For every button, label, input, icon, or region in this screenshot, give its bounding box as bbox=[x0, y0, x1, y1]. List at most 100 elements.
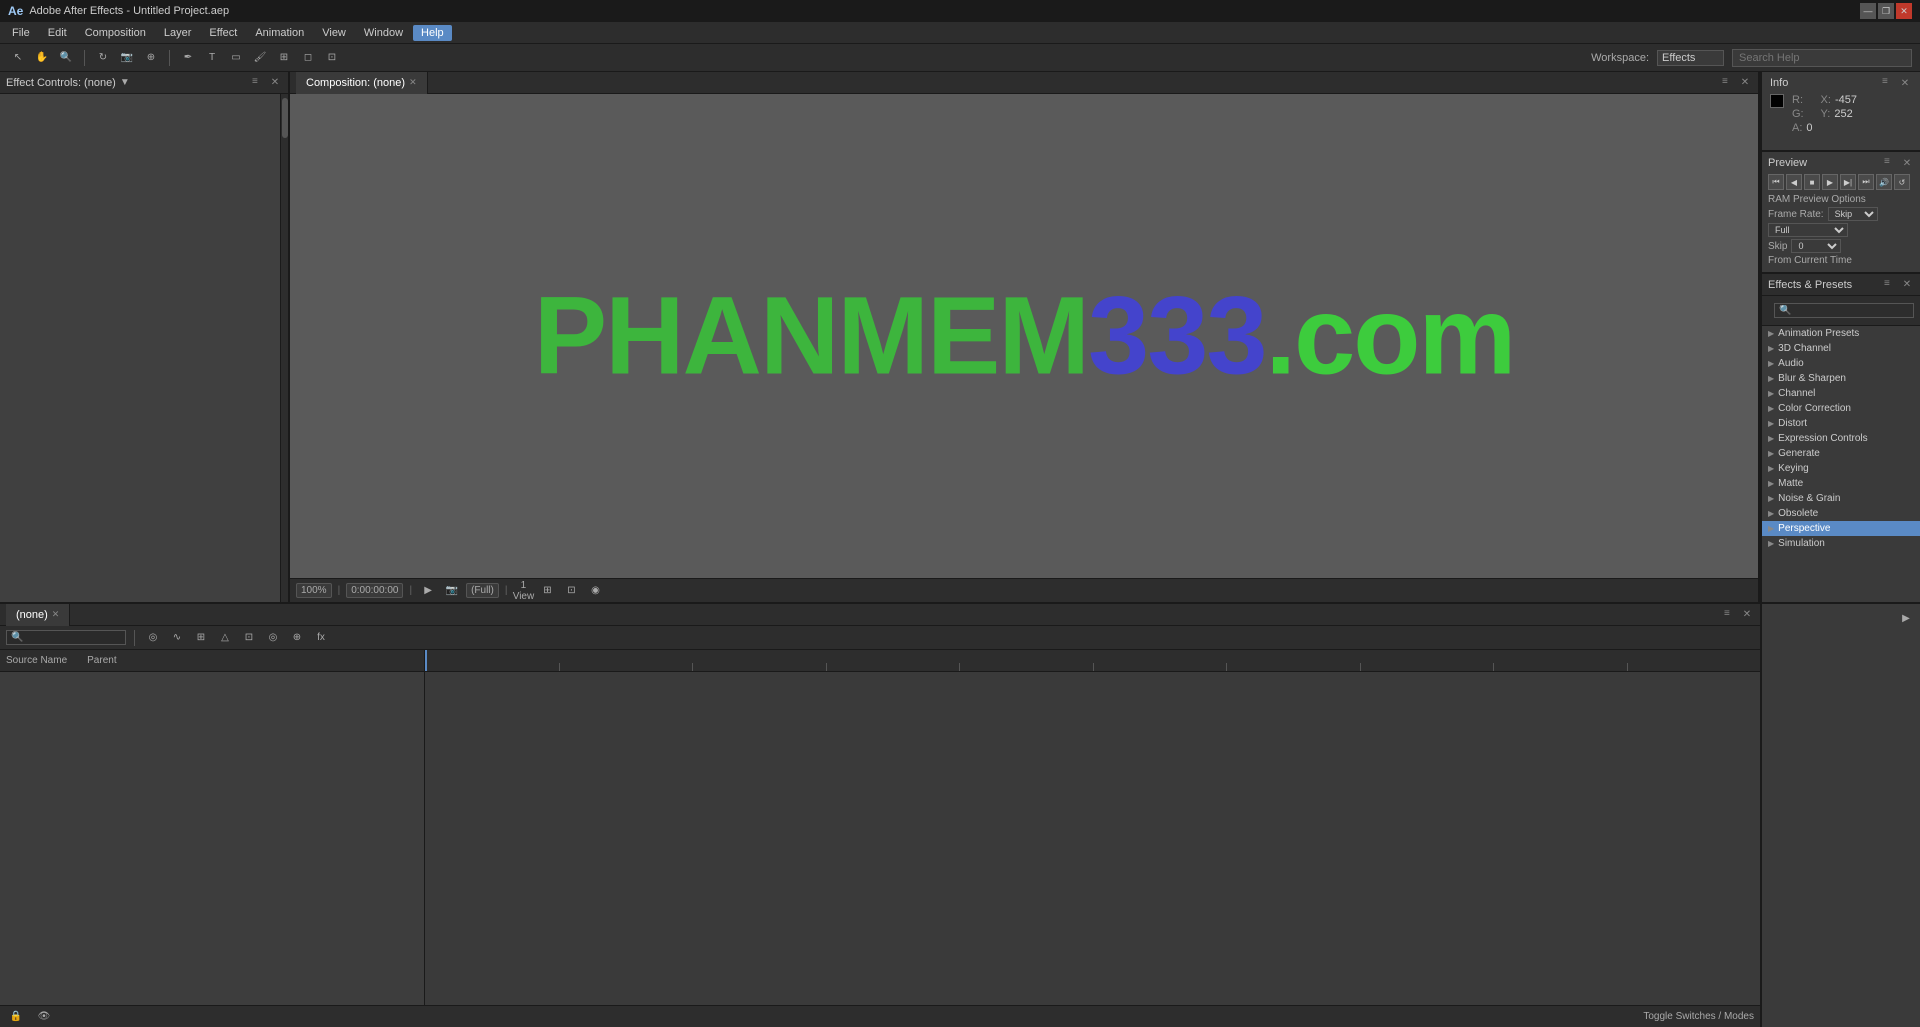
comp-safe-btn[interactable]: ⊡ bbox=[561, 581, 581, 601]
comp-view-btn[interactable]: 1 View bbox=[513, 581, 533, 601]
effects-category-color-correction[interactable]: ▶Color Correction bbox=[1762, 401, 1920, 416]
effect-controls-close-btn[interactable]: ✕ bbox=[268, 76, 282, 90]
preview-prev-frame[interactable]: ◀ bbox=[1786, 174, 1802, 190]
menu-help[interactable]: Help bbox=[413, 25, 452, 41]
preview-menu-btn[interactable]: ≡ bbox=[1884, 156, 1898, 170]
menu-window[interactable]: Window bbox=[356, 25, 411, 41]
timeline-tab[interactable]: (none) ✕ bbox=[6, 604, 70, 626]
comp-camera-btn[interactable]: 📷 bbox=[442, 581, 462, 601]
comp-text-green2: .com bbox=[1266, 275, 1515, 398]
tool-brush[interactable]: 🖌 bbox=[250, 48, 270, 68]
tool-puppet[interactable]: ⊡ bbox=[322, 48, 342, 68]
timeline-search-input[interactable] bbox=[25, 632, 125, 643]
timecode-display[interactable]: 0:00:00:00 bbox=[346, 583, 403, 598]
effects-category-obsolete[interactable]: ▶Obsolete bbox=[1762, 506, 1920, 521]
info-close-btn[interactable]: ✕ bbox=[1898, 76, 1912, 90]
minimize-button[interactable]: — bbox=[1860, 3, 1876, 19]
effects-category-matte[interactable]: ▶Matte bbox=[1762, 476, 1920, 491]
tool-camera[interactable]: 📷 bbox=[117, 48, 137, 68]
timeline-quality-btn[interactable]: △ bbox=[215, 628, 235, 648]
tool-pan[interactable]: ⊕ bbox=[141, 48, 161, 68]
tool-select[interactable]: ↖ bbox=[8, 48, 28, 68]
composition-close-btn[interactable]: ✕ bbox=[1738, 76, 1752, 90]
timeline-bb-btn1[interactable]: 🔒 bbox=[6, 1007, 26, 1027]
effects-category-perspective[interactable]: ▶Perspective bbox=[1762, 521, 1920, 536]
effects-category-3d-channel[interactable]: ▶3D Channel bbox=[1762, 341, 1920, 356]
effect-controls-menu-btn[interactable]: ≡ bbox=[252, 76, 266, 90]
effects-category-distort[interactable]: ▶Distort bbox=[1762, 416, 1920, 431]
preview-play[interactable]: ▶ bbox=[1822, 174, 1838, 190]
timeline-solo-btn[interactable]: ◎ bbox=[143, 628, 163, 648]
composition-tab-close[interactable]: ✕ bbox=[409, 77, 417, 88]
effects-presets-menu-btn[interactable]: ≡ bbox=[1884, 278, 1898, 292]
expand-arrow-channel: ▶ bbox=[1768, 389, 1774, 398]
comp-render-btn[interactable]: ▶ bbox=[418, 581, 438, 601]
menu-layer[interactable]: Layer bbox=[156, 25, 200, 41]
render-quality[interactable]: (Full) bbox=[466, 583, 499, 598]
menu-composition[interactable]: Composition bbox=[77, 25, 154, 41]
menu-file[interactable]: File bbox=[4, 25, 38, 41]
effects-category-generate[interactable]: ▶Generate bbox=[1762, 446, 1920, 461]
comp-mask-btn[interactable]: ◉ bbox=[585, 581, 605, 601]
expand-arrow-noise-grain: ▶ bbox=[1768, 494, 1774, 503]
menu-view[interactable]: View bbox=[314, 25, 354, 41]
effects-category-blur-sharpen[interactable]: ▶Blur & Sharpen bbox=[1762, 371, 1920, 386]
effects-category-expression-controls[interactable]: ▶Expression Controls bbox=[1762, 431, 1920, 446]
effects-category-channel[interactable]: ▶Channel bbox=[1762, 386, 1920, 401]
title-bar-controls[interactable]: — ❐ ✕ bbox=[1860, 3, 1912, 19]
tool-clone[interactable]: ⊞ bbox=[274, 48, 294, 68]
effects-category-keying[interactable]: ▶Keying bbox=[1762, 461, 1920, 476]
timeline-playhead[interactable] bbox=[425, 650, 427, 671]
comp-grid-btn[interactable]: ⊞ bbox=[537, 581, 557, 601]
effects-category-noise-grain[interactable]: ▶Noise & Grain bbox=[1762, 491, 1920, 506]
menu-animation[interactable]: Animation bbox=[247, 25, 312, 41]
tool-shape[interactable]: ▭ bbox=[226, 48, 246, 68]
tool-pen[interactable]: ✒ bbox=[178, 48, 198, 68]
effects-category-simulation[interactable]: ▶Simulation bbox=[1762, 536, 1920, 551]
preview-loop[interactable]: ↺ bbox=[1894, 174, 1910, 190]
effects-category-animation-presets[interactable]: ▶Animation Presets bbox=[1762, 326, 1920, 341]
timeline-blend-btn[interactable]: ⊕ bbox=[287, 628, 307, 648]
timeline-tab-close[interactable]: ✕ bbox=[52, 609, 60, 620]
effects-search-input[interactable] bbox=[1774, 303, 1914, 318]
preview-framerate-select[interactable]: Skip Auto bbox=[1828, 207, 1878, 221]
effects-presets-close-btn[interactable]: ✕ bbox=[1900, 278, 1914, 292]
effects-category-audio[interactable]: ▶Audio bbox=[1762, 356, 1920, 371]
preview-stop[interactable]: ■ bbox=[1804, 174, 1820, 190]
timeline-motion-blur-btn[interactable]: ◎ bbox=[263, 628, 283, 648]
close-button[interactable]: ✕ bbox=[1896, 3, 1912, 19]
timeline-search-icon: 🔍 bbox=[11, 632, 23, 643]
menu-edit[interactable]: Edit bbox=[40, 25, 75, 41]
preview-skip-select[interactable]: 0 1 2 bbox=[1791, 239, 1841, 253]
render-panel-expand-btn[interactable]: ▶ bbox=[1896, 608, 1916, 628]
tool-eraser[interactable]: ◻ bbox=[298, 48, 318, 68]
effect-controls-scrollbar[interactable] bbox=[280, 94, 288, 602]
composition-tab[interactable]: Composition: (none) ✕ bbox=[296, 72, 428, 94]
zoom-select[interactable]: 100% bbox=[296, 583, 332, 598]
tool-hand[interactable]: ✋ bbox=[32, 48, 52, 68]
timeline-collapse-btn[interactable]: ⊞ bbox=[191, 628, 211, 648]
preview-next-frame[interactable]: ▶| bbox=[1840, 174, 1856, 190]
timeline-shy-btn[interactable]: ∿ bbox=[167, 628, 187, 648]
timeline-bb-btn2[interactable]: 👁 bbox=[34, 1007, 54, 1027]
preview-audio[interactable]: 🔊 bbox=[1876, 174, 1892, 190]
timeline-effects-btn[interactable]: fx bbox=[311, 628, 331, 648]
preview-last-frame[interactable]: ⏭ bbox=[1858, 174, 1874, 190]
tool-zoom[interactable]: 🔍 bbox=[56, 48, 76, 68]
preview-close-btn[interactable]: ✕ bbox=[1900, 156, 1914, 170]
timeline-3d-btn[interactable]: ⊡ bbox=[239, 628, 259, 648]
workspace-dropdown[interactable]: Effects Standard Minimal bbox=[1657, 50, 1724, 66]
info-menu-btn[interactable]: ≡ bbox=[1882, 76, 1896, 90]
search-help-input[interactable] bbox=[1732, 49, 1912, 67]
tool-rotate[interactable]: ↻ bbox=[93, 48, 113, 68]
menu-effect[interactable]: Effect bbox=[201, 25, 245, 41]
preview-resolution-select[interactable]: Full Half Quarter bbox=[1768, 223, 1848, 237]
effect-controls-dropdown[interactable]: ▼ bbox=[120, 77, 130, 88]
tool-text[interactable]: T bbox=[202, 48, 222, 68]
timeline-close-btn[interactable]: ✕ bbox=[1740, 608, 1754, 622]
maximize-button[interactable]: ❐ bbox=[1878, 3, 1894, 19]
preview-first-frame[interactable]: ⏮ bbox=[1768, 174, 1784, 190]
expand-arrow-expression-controls: ▶ bbox=[1768, 434, 1774, 443]
timeline-menu-btn[interactable]: ≡ bbox=[1724, 608, 1738, 622]
composition-menu-btn[interactable]: ≡ bbox=[1722, 76, 1736, 90]
